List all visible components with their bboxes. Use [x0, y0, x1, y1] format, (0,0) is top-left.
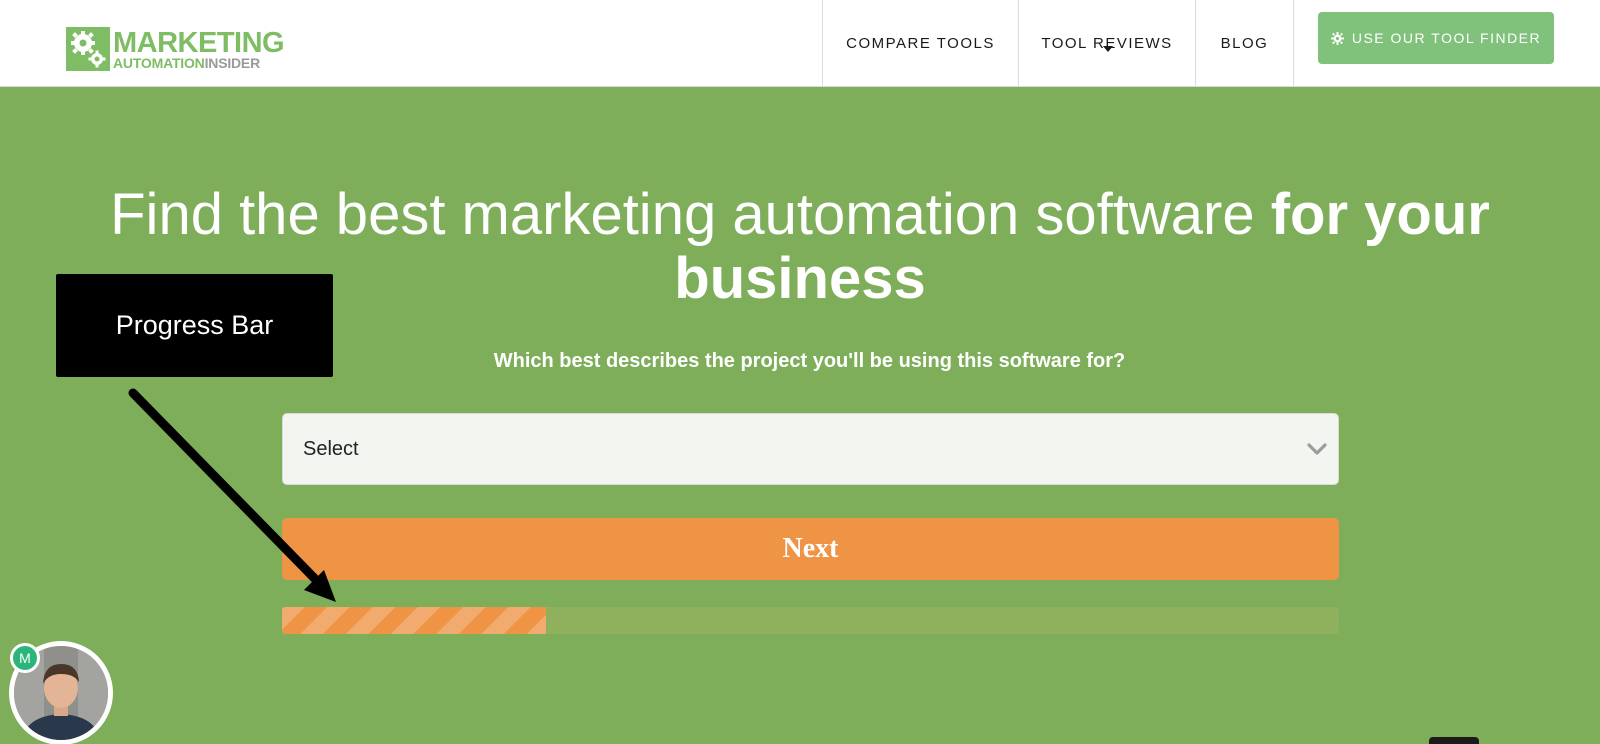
project-question: Which best describes the project you'll … [493, 350, 1126, 372]
annotation-callout: Progress Bar [56, 274, 333, 377]
nav-compare-tools[interactable]: COMPARE TOOLS [822, 0, 1018, 87]
nav-tool-reviews[interactable]: TOOL REVIEWS [1018, 0, 1195, 87]
nav-blog-label: BLOG [1220, 35, 1269, 52]
tool-finder-button[interactable]: USE OUR TOOL FINDER [1318, 12, 1554, 64]
logo-automation: AUTOMATION [113, 54, 205, 71]
nav-divider [1293, 0, 1294, 87]
project-type-select[interactable]: Select [282, 413, 1339, 485]
chat-badge: M [10, 643, 40, 673]
corner-widget-tab[interactable] [1429, 737, 1479, 744]
select-value: Select [303, 438, 359, 460]
logo-wordmark-top: MARKETING [113, 26, 285, 59]
chevron-down-icon [1307, 443, 1327, 455]
nav-blog[interactable]: BLOG [1195, 0, 1293, 87]
logo-insider: INSIDER [204, 54, 261, 71]
progress-bar [282, 607, 1339, 634]
gears-icon [66, 27, 110, 71]
logo[interactable]: MARKETING AUTOMATIONINSIDER [66, 26, 285, 71]
site-header: MARKETING AUTOMATIONINSIDER COMPARE TOOL… [0, 0, 1600, 87]
logo-wordmark-bottom: AUTOMATIONINSIDER [113, 56, 284, 70]
annotation-label: Progress Bar [115, 310, 274, 340]
nav-compare-tools-label: COMPARE TOOLS [846, 35, 995, 52]
caret-down-icon [1103, 46, 1113, 52]
hero-title-regular: Find the best marketing automation softw… [110, 182, 1271, 247]
gear-icon [1330, 31, 1344, 45]
progress-bar-fill [282, 607, 547, 634]
next-button-label: Next [782, 533, 839, 564]
next-button[interactable]: Next [282, 518, 1339, 580]
chat-badge-letter: M [19, 650, 31, 666]
tool-finder-label: USE OUR TOOL FINDER [1351, 30, 1542, 46]
